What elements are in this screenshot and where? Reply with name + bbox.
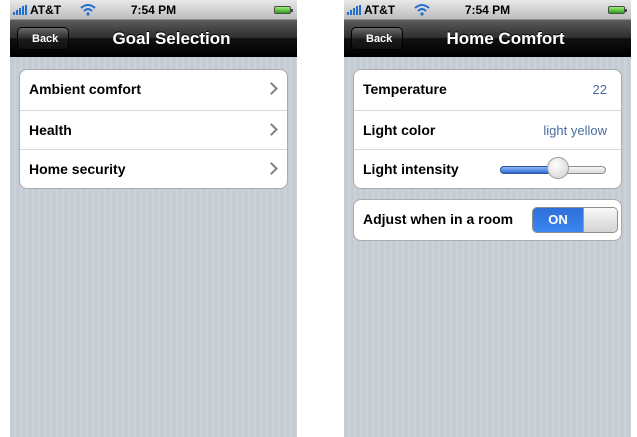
list-item-label: Health bbox=[29, 122, 72, 138]
battery-icon bbox=[274, 6, 293, 14]
chevron-right-icon bbox=[265, 82, 278, 95]
page-title: Goal Selection bbox=[112, 29, 231, 48]
list-item-label: Home security bbox=[29, 161, 126, 177]
light-color-label: Light color bbox=[363, 122, 436, 138]
navigation-bar: Back Home Comfort bbox=[344, 20, 631, 57]
adjust-group: Adjust when in a room ON bbox=[353, 199, 622, 241]
temperature-row[interactable]: Temperature 22 bbox=[354, 70, 621, 110]
light-intensity-label: Light intensity bbox=[363, 161, 459, 177]
navigation-bar: Back Goal Selection bbox=[10, 20, 297, 57]
battery-icon bbox=[608, 6, 627, 14]
toggle-on-label: ON bbox=[533, 208, 583, 232]
page-title: Home Comfort bbox=[446, 29, 565, 48]
light-intensity-slider[interactable] bbox=[500, 157, 606, 179]
temperature-label: Temperature bbox=[363, 81, 447, 97]
adjust-toggle-switch[interactable]: ON bbox=[532, 207, 618, 233]
chevron-right-icon bbox=[265, 123, 278, 136]
light-color-row[interactable]: Light color light yellow bbox=[354, 110, 621, 149]
light-color-value: light yellow bbox=[543, 123, 607, 138]
light-intensity-row: Light intensity bbox=[354, 149, 621, 188]
adjust-row: Adjust when in a room ON bbox=[354, 200, 621, 240]
chevron-right-icon bbox=[265, 162, 278, 175]
status-time: 7:54 PM bbox=[130, 3, 177, 17]
list-item-ambient-comfort[interactable]: Ambient comfort bbox=[20, 70, 287, 110]
goal-selection-screen: AT&T 7:54 PM Back Goal Selection Ambient… bbox=[10, 0, 297, 437]
comfort-settings-group: Temperature 22 Light color light yellow … bbox=[353, 69, 622, 189]
status-bar: AT&T 7:54 PM bbox=[10, 0, 297, 20]
home-comfort-screen: AT&T 7:54 PM Back Home Comfort Temperatu… bbox=[344, 0, 631, 437]
toggle-knob bbox=[583, 208, 617, 232]
slider-thumb[interactable] bbox=[547, 157, 569, 179]
list-item-health[interactable]: Health bbox=[20, 110, 287, 149]
list-item-home-security[interactable]: Home security bbox=[20, 149, 287, 188]
adjust-label: Adjust when in a room bbox=[363, 211, 514, 227]
status-bar: AT&T 7:54 PM bbox=[344, 0, 631, 20]
list-item-label: Ambient comfort bbox=[29, 81, 141, 97]
status-time: 7:54 PM bbox=[464, 3, 511, 17]
goal-list: Ambient comfort Health Home security bbox=[19, 69, 288, 189]
temperature-value: 22 bbox=[592, 82, 607, 97]
